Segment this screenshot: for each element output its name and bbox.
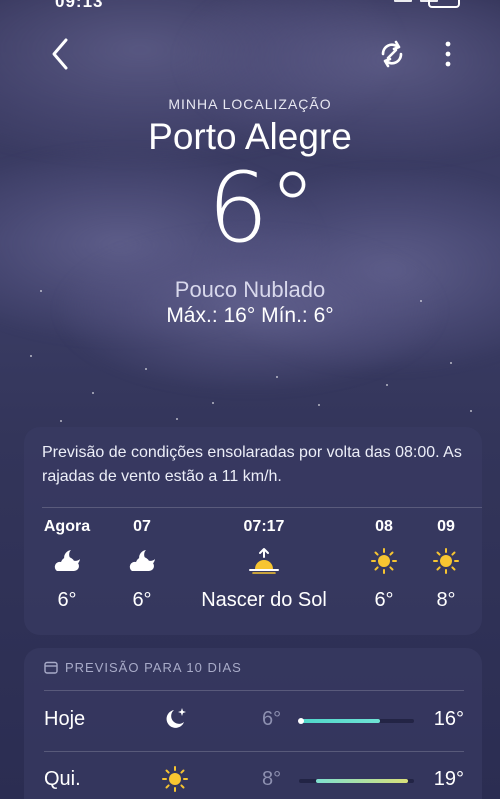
moon-cloud-icon bbox=[54, 550, 80, 571]
current-temperature: 6° bbox=[207, 152, 317, 264]
star bbox=[318, 404, 320, 406]
moon-stars-icon bbox=[166, 708, 186, 728]
calendar-icon bbox=[44, 661, 58, 674]
sync-icon bbox=[381, 40, 403, 68]
star bbox=[386, 384, 388, 386]
star bbox=[145, 368, 147, 370]
temperature-range-fill bbox=[316, 779, 409, 783]
status-bar: 09:13 bbox=[0, 0, 500, 14]
weather-condition: Pouco Nublado bbox=[174, 277, 326, 302]
day-row[interactable]: Hoje 6° 16° bbox=[24, 696, 482, 748]
hour-item: 07 6° bbox=[112, 515, 172, 612]
day-row[interactable]: Qui. 8° 19° bbox=[24, 756, 482, 799]
hour-item: 08 6° bbox=[356, 515, 412, 612]
divider bbox=[44, 690, 464, 691]
temperature-range-bar bbox=[299, 779, 414, 783]
sun-icon bbox=[371, 548, 397, 574]
moon-cloud-icon bbox=[129, 550, 155, 571]
signal-icon bbox=[394, 0, 412, 2]
hour-temp: 6° bbox=[374, 589, 394, 611]
hourly-summary: Previsão de condições ensolaradas por vo… bbox=[42, 444, 462, 485]
hour-label: Agora bbox=[43, 518, 91, 535]
star bbox=[450, 362, 452, 364]
day-name: Hoje bbox=[44, 708, 86, 730]
hour-label: 07:17 bbox=[243, 518, 285, 535]
day-low-temp: 6° bbox=[262, 708, 282, 730]
hour-label: 08 bbox=[375, 518, 393, 535]
sync-button[interactable] bbox=[374, 38, 410, 70]
daily-forecast-header: PREVISÃO PARA 10 DIAS bbox=[44, 660, 242, 675]
status-time: 09:13 bbox=[55, 0, 104, 11]
star bbox=[212, 402, 214, 404]
current-temp-dot bbox=[298, 718, 304, 724]
hour-temp: 6° bbox=[57, 589, 77, 611]
day-low-temp: 8° bbox=[262, 768, 282, 790]
divider bbox=[44, 751, 464, 752]
day-name: Qui. bbox=[44, 768, 81, 790]
day-high-temp: 19° bbox=[433, 768, 464, 790]
hour-item: 09 8° bbox=[420, 515, 472, 612]
daily-forecast-title: PREVISÃO PARA 10 DIAS bbox=[65, 660, 242, 675]
star bbox=[176, 418, 178, 420]
sun-icon bbox=[162, 766, 188, 792]
hour-item: Agora 6° bbox=[34, 515, 100, 612]
star bbox=[30, 355, 32, 357]
battery-icon bbox=[428, 0, 460, 8]
temperature-range-fill bbox=[299, 719, 380, 723]
daily-forecast-card[interactable]: PREVISÃO PARA 10 DIAS Hoje 6° 16° Qui. 8… bbox=[24, 648, 482, 799]
sunrise-label: Nascer do Sol bbox=[201, 589, 327, 611]
location-label: MINHA LOCALIZAÇÃO bbox=[168, 96, 332, 112]
star bbox=[92, 392, 94, 394]
sunrise-icon bbox=[249, 548, 279, 574]
hour-label: 09 bbox=[437, 518, 455, 535]
more-button[interactable] bbox=[436, 38, 460, 70]
star bbox=[470, 410, 472, 412]
hour-temp: 8° bbox=[436, 589, 456, 611]
max-min-temperature: Máx.: 16° Mín.: 6° bbox=[166, 304, 334, 327]
hourly-forecast-card[interactable]: Previsão de condições ensolaradas por vo… bbox=[24, 427, 482, 635]
hour-temp: 6° bbox=[132, 589, 152, 611]
divider bbox=[42, 507, 482, 508]
hour-item: 07:17 Nascer do Sol bbox=[184, 515, 344, 612]
hour-label: 07 bbox=[133, 518, 151, 535]
temperature-range-bar bbox=[298, 718, 414, 724]
chevron-left-icon bbox=[52, 38, 68, 70]
day-high-temp: 16° bbox=[433, 708, 464, 730]
star bbox=[276, 376, 278, 378]
more-vertical-icon bbox=[445, 41, 451, 67]
back-button[interactable] bbox=[46, 34, 78, 74]
star bbox=[60, 420, 62, 422]
sun-icon bbox=[433, 548, 459, 574]
